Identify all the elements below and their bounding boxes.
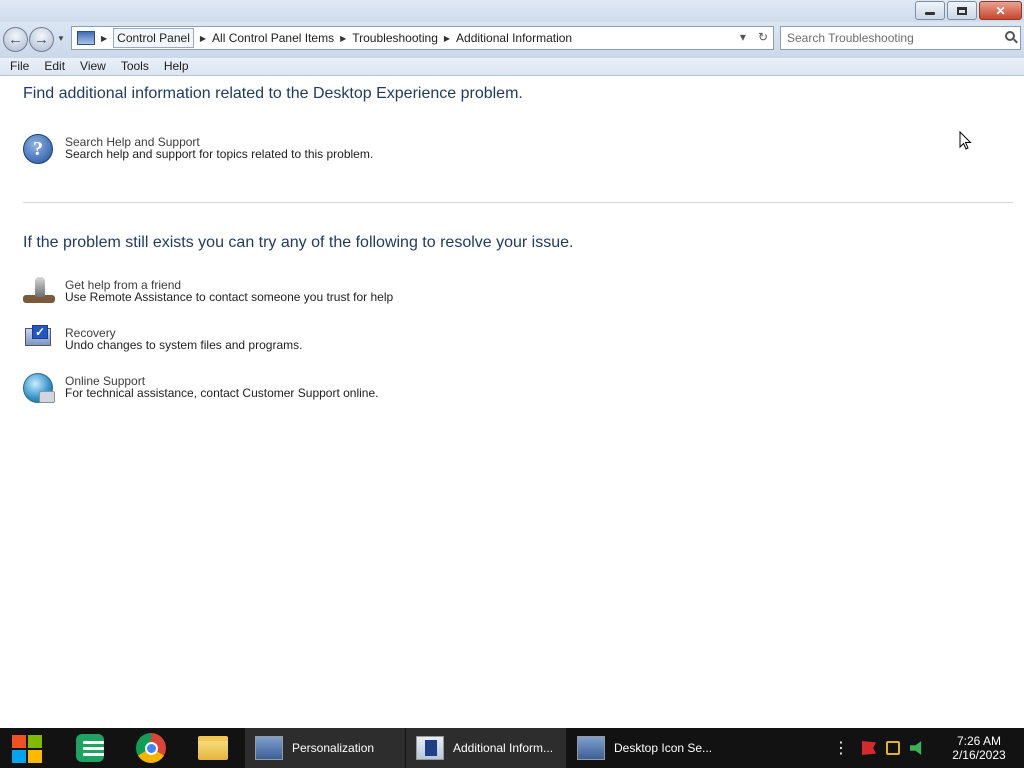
start-icon <box>12 735 26 748</box>
chevron-right-icon[interactable]: ▶ <box>200 34 206 43</box>
close-button[interactable]: ✕ <box>979 1 1022 20</box>
title-bar: ✕ <box>0 0 1024 22</box>
minimize-icon <box>925 12 935 15</box>
taskbar-item-additional-information[interactable]: Additional Inform... <box>406 728 566 768</box>
clock-time: 7:26 AM <box>956 734 1002 748</box>
maximize-icon <box>957 6 967 15</box>
task-description: Search help and support for topics relat… <box>65 147 374 161</box>
forward-button[interactable]: → <box>29 27 54 52</box>
arrow-right-icon: → <box>34 31 49 48</box>
folder-icon <box>198 736 228 760</box>
network-icon[interactable] <box>886 741 900 755</box>
arrow-left-icon: ← <box>8 31 23 48</box>
task-recovery[interactable]: ✓ Recovery Undo changes to system files … <box>23 325 302 357</box>
page-heading: Find additional information related to t… <box>23 85 523 102</box>
globe-icon <box>23 373 55 403</box>
menu-edit[interactable]: Edit <box>44 58 65 75</box>
system-tray: ⋮ 7:26 AM 2/16/2023 <box>833 728 1024 768</box>
mouse-cursor-icon <box>959 131 972 150</box>
pinned-file-explorer[interactable] <box>193 732 233 764</box>
clock-date: 2/16/2023 <box>952 748 1006 762</box>
taskbar-item-desktop-icon-settings[interactable]: Desktop Icon Se... <box>567 728 727 768</box>
pinned-sheets[interactable] <box>70 732 110 764</box>
task-icon-wrapper: ? <box>23 134 55 166</box>
window-controls: ✕ <box>913 1 1022 20</box>
address-tools: ▾ ↻ <box>740 30 768 44</box>
task-text: Search Help and Support Search help and … <box>65 134 373 160</box>
help-icon: ? <box>23 134 53 164</box>
taskbar-item-label: Personalization <box>292 741 375 755</box>
breadcrumb-troubleshooting[interactable]: Troubleshooting <box>352 31 438 45</box>
control-panel-icon <box>416 736 444 760</box>
address-dropdown-icon[interactable]: ▾ <box>740 30 746 44</box>
taskbar-item-personalization[interactable]: Personalization <box>245 728 405 768</box>
task-text: Get help from a friend Use Remote Assist… <box>65 277 393 303</box>
task-icon-wrapper <box>23 277 55 309</box>
task-icon-wrapper <box>23 373 55 405</box>
breadcrumb-additional-information[interactable]: Additional Information <box>456 31 572 45</box>
taskbar-item-label: Desktop Icon Se... <box>614 741 713 755</box>
tray-overflow-icon[interactable]: ⋮ <box>833 738 849 758</box>
task-text: Online Support For technical assistance,… <box>65 373 379 399</box>
chevron-right-icon[interactable]: ▶ <box>101 34 107 43</box>
task-online-support[interactable]: Online Support For technical assistance,… <box>23 373 379 405</box>
menu-file[interactable]: File <box>10 58 29 75</box>
taskbar: Personalization Additional Inform... Des… <box>0 728 1024 768</box>
volume-icon[interactable] <box>910 741 922 755</box>
clock[interactable]: 7:26 AM 2/16/2023 <box>940 734 1018 762</box>
chevron-down-icon: ▼ <box>57 34 65 43</box>
back-button[interactable]: ← <box>3 27 28 52</box>
task-description: Undo changes to system files and program… <box>65 338 303 352</box>
section-heading: If the problem still exists you can try … <box>23 234 574 251</box>
control-panel-icon <box>77 31 95 45</box>
pinned-chrome[interactable] <box>131 732 171 764</box>
chevron-right-icon[interactable]: ▶ <box>444 34 450 43</box>
task-description: For technical assistance, contact Custom… <box>65 386 379 400</box>
recent-pages-dropdown[interactable]: ▼ <box>57 34 65 43</box>
chrome-icon <box>136 733 166 763</box>
task-icon-wrapper: ✓ <box>23 325 55 357</box>
menu-view[interactable]: View <box>80 58 106 75</box>
breadcrumb-control-panel[interactable]: Control Panel <box>113 28 194 48</box>
action-center-flag-icon[interactable] <box>862 741 876 755</box>
menu-tools[interactable]: Tools <box>121 58 149 75</box>
section-divider <box>23 202 1013 203</box>
search-box[interactable] <box>780 26 1021 50</box>
personalization-icon <box>255 736 283 760</box>
menu-help[interactable]: Help <box>164 58 189 75</box>
maximize-button[interactable] <box>947 1 977 20</box>
start-button[interactable] <box>6 732 46 764</box>
search-icon[interactable] <box>1005 31 1015 41</box>
refresh-icon[interactable]: ↻ <box>758 30 768 44</box>
task-search-help[interactable]: ? Search Help and Support Search help an… <box>23 134 373 166</box>
desktop-icon-settings-icon <box>577 736 605 760</box>
sheets-icon <box>76 734 104 762</box>
recovery-icon: ✓ <box>23 325 53 351</box>
close-icon: ✕ <box>995 3 1006 18</box>
search-input[interactable] <box>787 31 997 45</box>
address-bar[interactable]: ▶ Control Panel ▶ All Control Panel Item… <box>71 26 774 50</box>
taskbar-item-label: Additional Inform... <box>453 741 554 755</box>
chevron-right-icon[interactable]: ▶ <box>340 34 346 43</box>
task-description: Use Remote Assistance to contact someone… <box>65 290 394 304</box>
navigation-bar: ← → ▼ ▶ Control Panel ▶ All Control Pane… <box>0 22 1024 58</box>
task-remote-assistance[interactable]: Get help from a friend Use Remote Assist… <box>23 277 393 309</box>
menu-bar: File Edit View Tools Help <box>0 58 1024 76</box>
task-text: Recovery Undo changes to system files an… <box>65 325 302 351</box>
breadcrumb-all-control-panel-items[interactable]: All Control Panel Items <box>212 31 334 45</box>
main-content: Find additional information related to t… <box>0 77 1024 728</box>
minimize-button[interactable] <box>915 1 945 20</box>
remote-assistance-icon <box>23 277 55 305</box>
